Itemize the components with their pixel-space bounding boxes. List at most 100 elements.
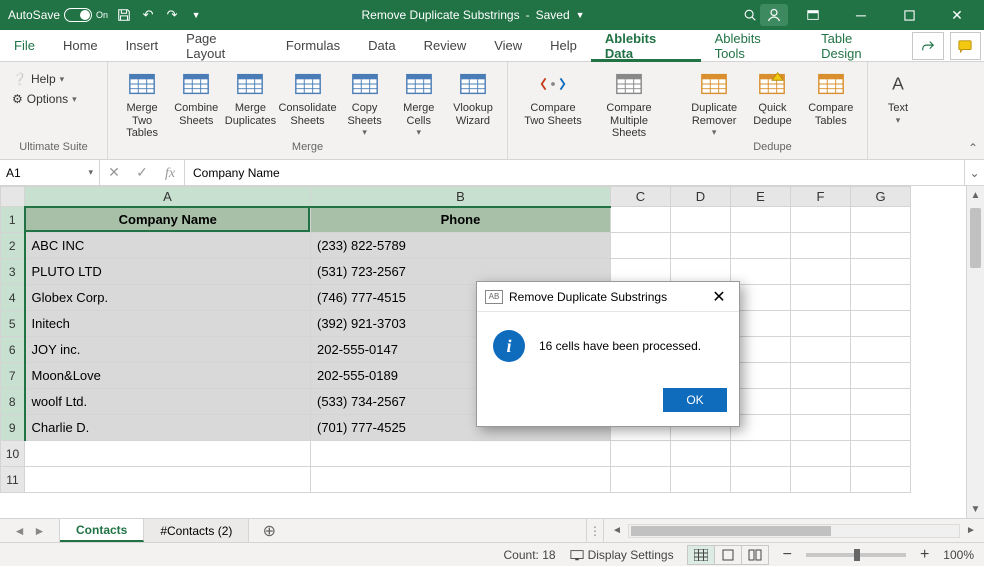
zoom-out-button[interactable]: − bbox=[783, 546, 792, 564]
col-header-G[interactable]: G bbox=[851, 187, 911, 207]
dialog-close-button[interactable]: ✕ bbox=[707, 287, 731, 307]
enter-formula-icon[interactable]: ✓ bbox=[128, 164, 156, 181]
cell-F6[interactable] bbox=[791, 337, 851, 363]
cell-B1[interactable]: Phone bbox=[311, 207, 611, 233]
row-header-1[interactable]: 1 bbox=[1, 207, 25, 233]
name-box[interactable]: A1 ▾ bbox=[0, 160, 100, 185]
undo-icon[interactable]: ↶ bbox=[140, 7, 156, 23]
row-header-9[interactable]: 9 bbox=[1, 415, 25, 441]
cell-A11[interactable] bbox=[25, 467, 311, 493]
tab-table-design[interactable]: Table Design bbox=[807, 30, 909, 62]
scroll-up-icon[interactable]: ▲ bbox=[967, 186, 984, 204]
autosave-switch[interactable] bbox=[64, 8, 92, 22]
cell-F3[interactable] bbox=[791, 259, 851, 285]
collapse-ribbon-icon[interactable]: ⌃ bbox=[968, 141, 978, 155]
scroll-thumb[interactable] bbox=[631, 526, 831, 536]
cell-E1[interactable] bbox=[731, 207, 791, 233]
cell-F8[interactable] bbox=[791, 389, 851, 415]
row-header-7[interactable]: 7 bbox=[1, 363, 25, 389]
sheet-tab--contacts-2-[interactable]: #Contacts (2) bbox=[144, 519, 249, 542]
vertical-scrollbar[interactable]: ▲ ▼ bbox=[966, 186, 984, 518]
cell-A10[interactable] bbox=[25, 441, 311, 467]
sheet-prev-icon[interactable]: ◄ bbox=[14, 524, 26, 538]
cell-F5[interactable] bbox=[791, 311, 851, 337]
cell-C2[interactable] bbox=[611, 233, 671, 259]
help-button[interactable]: ❔Help▾ bbox=[12, 72, 77, 86]
tab-home[interactable]: Home bbox=[49, 30, 112, 62]
col-header-C[interactable]: C bbox=[611, 187, 671, 207]
tab-data[interactable]: Data bbox=[354, 30, 409, 62]
cell-A2[interactable]: ABC INC bbox=[25, 233, 311, 259]
cell-B2[interactable]: (233) 822-5789 bbox=[311, 233, 611, 259]
row-header-8[interactable]: 8 bbox=[1, 389, 25, 415]
cell-A6[interactable]: JOY inc. bbox=[25, 337, 311, 363]
cancel-formula-icon[interactable]: ✕ bbox=[100, 164, 128, 181]
consolidate-sheets-button[interactable]: ConsolidateSheets bbox=[279, 66, 337, 127]
cell-A9[interactable]: Charlie D. bbox=[25, 415, 311, 441]
formula-input[interactable]: Company Name bbox=[185, 160, 964, 185]
cell-G8[interactable] bbox=[851, 389, 911, 415]
fx-icon[interactable]: fx bbox=[156, 164, 184, 182]
col-header-E[interactable]: E bbox=[731, 187, 791, 207]
row-header-10[interactable]: 10 bbox=[1, 441, 25, 467]
options-button[interactable]: ⚙Options▾ bbox=[12, 92, 77, 106]
combine-sheets-button[interactable]: CombineSheets bbox=[170, 66, 222, 127]
tab-ablebits-tools[interactable]: Ablebits Tools bbox=[701, 30, 808, 62]
tab-insert[interactable]: Insert bbox=[112, 30, 173, 62]
row-header-5[interactable]: 5 bbox=[1, 311, 25, 337]
normal-view-button[interactable] bbox=[687, 545, 715, 565]
text-button[interactable]: A Text ▾ bbox=[876, 66, 920, 125]
comments-button[interactable] bbox=[950, 32, 981, 60]
col-header-A[interactable]: A bbox=[25, 187, 311, 207]
page-layout-view-button[interactable] bbox=[714, 545, 742, 565]
cell-E10[interactable] bbox=[731, 441, 791, 467]
cell-G10[interactable] bbox=[851, 441, 911, 467]
select-all-corner[interactable] bbox=[1, 187, 25, 207]
page-break-view-button[interactable] bbox=[741, 545, 769, 565]
merge-duplicates-button[interactable]: MergeDuplicates bbox=[224, 66, 276, 127]
cell-B11[interactable] bbox=[311, 467, 611, 493]
add-sheet-button[interactable]: ⊕ bbox=[249, 519, 289, 542]
cell-F9[interactable] bbox=[791, 415, 851, 441]
cell-C11[interactable] bbox=[611, 467, 671, 493]
compare-two-sheets-button[interactable]: CompareTwo Sheets bbox=[516, 66, 590, 127]
ribbon-display-icon[interactable] bbox=[790, 0, 836, 30]
cell-A8[interactable]: woolf Ltd. bbox=[25, 389, 311, 415]
zoom-slider[interactable] bbox=[806, 553, 906, 557]
cell-C1[interactable] bbox=[611, 207, 671, 233]
col-header-D[interactable]: D bbox=[671, 187, 731, 207]
cell-F7[interactable] bbox=[791, 363, 851, 389]
tab-review[interactable]: Review bbox=[410, 30, 481, 62]
copy-sheets-button[interactable]: CopySheets▾ bbox=[339, 66, 391, 138]
cell-F2[interactable] bbox=[791, 233, 851, 259]
cell-A1[interactable]: Company Name bbox=[25, 207, 311, 233]
save-icon[interactable] bbox=[116, 7, 132, 23]
cell-A5[interactable]: Initech bbox=[25, 311, 311, 337]
cell-A4[interactable]: Globex Corp. bbox=[25, 285, 311, 311]
zoom-in-button[interactable]: + bbox=[920, 546, 929, 564]
scroll-left-icon[interactable]: ◄ bbox=[608, 525, 626, 536]
cell-G6[interactable] bbox=[851, 337, 911, 363]
compare-tables-button[interactable]: CompareTables bbox=[803, 66, 859, 127]
col-header-F[interactable]: F bbox=[791, 187, 851, 207]
row-header-2[interactable]: 2 bbox=[1, 233, 25, 259]
cell-F10[interactable] bbox=[791, 441, 851, 467]
cell-G3[interactable] bbox=[851, 259, 911, 285]
cell-A3[interactable]: PLUTO LTD bbox=[25, 259, 311, 285]
tab-help[interactable]: Help bbox=[536, 30, 591, 62]
duplicate-remover-button[interactable]: DuplicateRemover▾ bbox=[686, 66, 742, 138]
qat-dropdown-icon[interactable]: ▼ bbox=[188, 7, 204, 23]
col-header-B[interactable]: B bbox=[311, 187, 611, 207]
tab-splitter[interactable]: ⋮ bbox=[586, 519, 604, 542]
tab-ablebits-data[interactable]: Ablebits Data bbox=[591, 30, 701, 62]
scroll-right-icon[interactable]: ► bbox=[962, 525, 980, 536]
cell-F11[interactable] bbox=[791, 467, 851, 493]
cell-F1[interactable] bbox=[791, 207, 851, 233]
compare-multiple-sheets-button[interactable]: CompareMultiple Sheets bbox=[592, 66, 666, 140]
sheet-next-icon[interactable]: ► bbox=[34, 524, 46, 538]
cell-G5[interactable] bbox=[851, 311, 911, 337]
display-settings-button[interactable]: Display Settings bbox=[570, 548, 674, 562]
merge-two-tables-button[interactable]: MergeTwo Tables bbox=[116, 66, 168, 140]
cell-D2[interactable] bbox=[671, 233, 731, 259]
redo-icon[interactable]: ↷ bbox=[164, 7, 180, 23]
